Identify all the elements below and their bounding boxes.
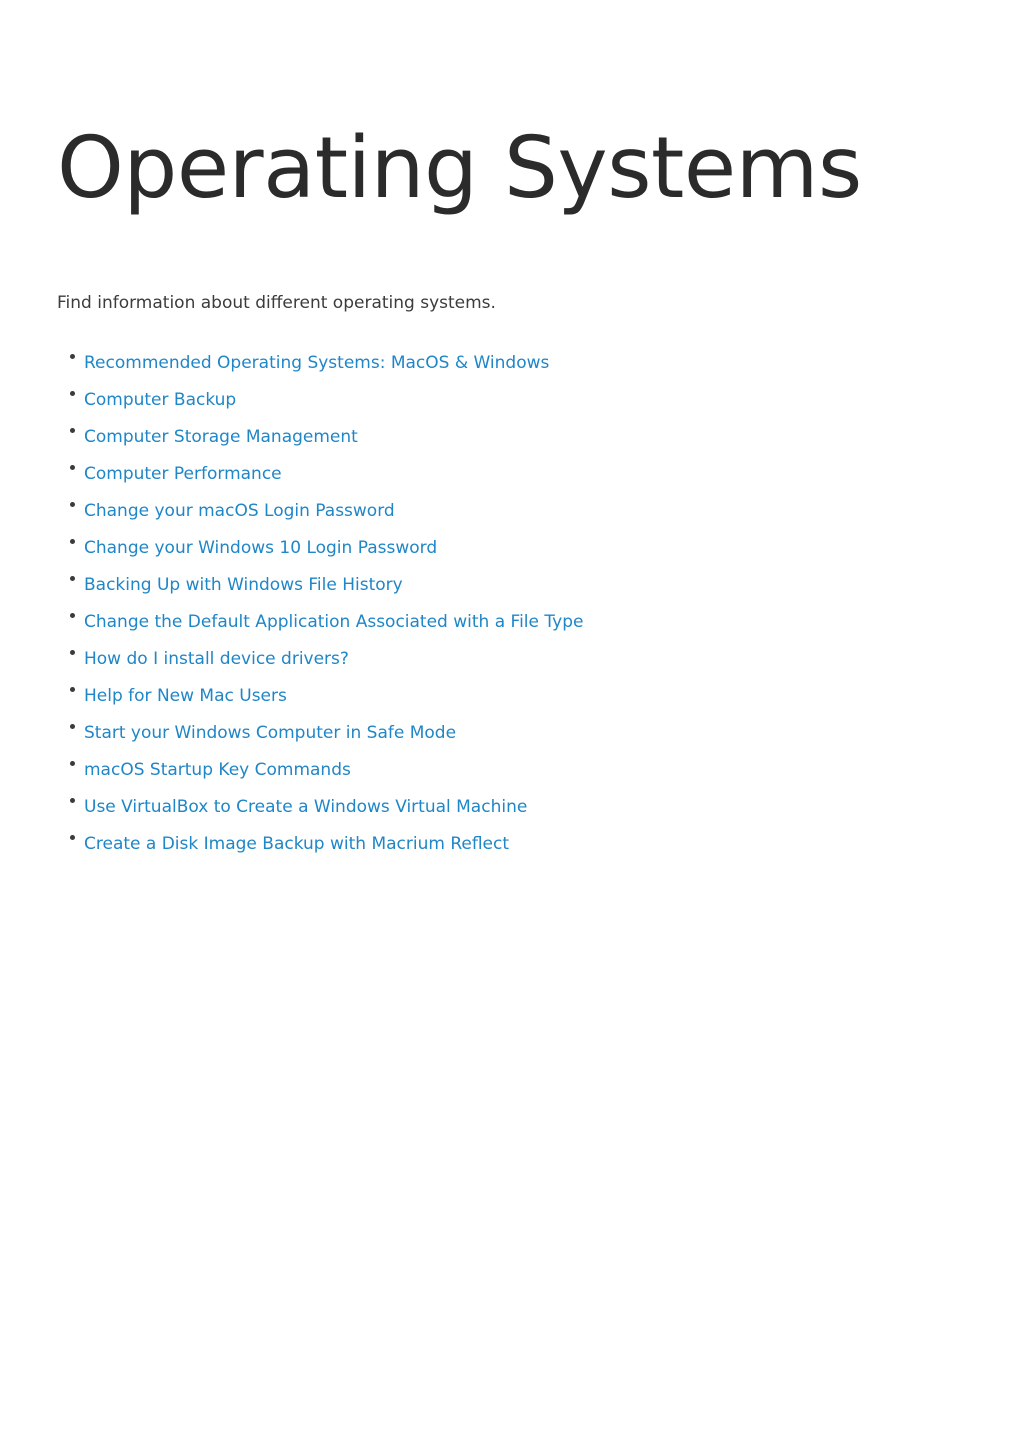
article-link-list: Recommended Operating Systems: MacOS & W… — [57, 344, 583, 862]
bullet-icon — [70, 539, 75, 544]
list-item: Create a Disk Image Backup with Macrium … — [57, 825, 583, 862]
bullet-icon — [70, 835, 75, 840]
bullet-icon — [70, 613, 75, 618]
article-link[interactable]: Change the Default Application Associate… — [84, 612, 583, 632]
list-item: macOS Startup Key Commands — [57, 751, 583, 788]
bullet-icon — [70, 798, 75, 803]
list-item: Computer Performance — [57, 455, 583, 492]
article-link[interactable]: Computer Performance — [84, 464, 282, 484]
bullet-icon — [70, 354, 75, 359]
article-link[interactable]: Change your macOS Login Password — [84, 501, 395, 521]
article-link[interactable]: Use VirtualBox to Create a Windows Virtu… — [84, 797, 527, 817]
article-link[interactable]: Start your Windows Computer in Safe Mode — [84, 723, 456, 743]
bullet-icon — [70, 650, 75, 655]
list-item: Help for New Mac Users — [57, 677, 583, 714]
list-item: Recommended Operating Systems: MacOS & W… — [57, 344, 583, 381]
article-link[interactable]: Computer Backup — [84, 390, 236, 410]
article-link[interactable]: Help for New Mac Users — [84, 686, 287, 706]
list-item: Computer Storage Management — [57, 418, 583, 455]
list-item: Computer Backup — [57, 381, 583, 418]
page-title: Operating Systems — [57, 119, 862, 218]
article-link[interactable]: Recommended Operating Systems: MacOS & W… — [84, 353, 549, 373]
intro-paragraph: Find information about different operati… — [57, 293, 496, 313]
article-link[interactable]: macOS Startup Key Commands — [84, 760, 351, 780]
page-root: Operating Systems Find information about… — [0, 0, 1020, 1442]
list-item: Use VirtualBox to Create a Windows Virtu… — [57, 788, 583, 825]
bullet-icon — [70, 724, 75, 729]
list-item: How do I install device drivers? — [57, 640, 583, 677]
article-link[interactable]: Computer Storage Management — [84, 427, 358, 447]
bullet-icon — [70, 465, 75, 470]
list-item: Change the Default Application Associate… — [57, 603, 583, 640]
bullet-icon — [70, 687, 75, 692]
bullet-icon — [70, 391, 75, 396]
bullet-icon — [70, 502, 75, 507]
article-link[interactable]: Backing Up with Windows File History — [84, 575, 403, 595]
list-item: Change your macOS Login Password — [57, 492, 583, 529]
list-item: Change your Windows 10 Login Password — [57, 529, 583, 566]
list-item: Start your Windows Computer in Safe Mode — [57, 714, 583, 751]
article-link[interactable]: Create a Disk Image Backup with Macrium … — [84, 834, 509, 854]
list-item: Backing Up with Windows File History — [57, 566, 583, 603]
bullet-icon — [70, 761, 75, 766]
bullet-icon — [70, 576, 75, 581]
article-link[interactable]: How do I install device drivers? — [84, 649, 349, 669]
bullet-icon — [70, 428, 75, 433]
article-link[interactable]: Change your Windows 10 Login Password — [84, 538, 437, 558]
